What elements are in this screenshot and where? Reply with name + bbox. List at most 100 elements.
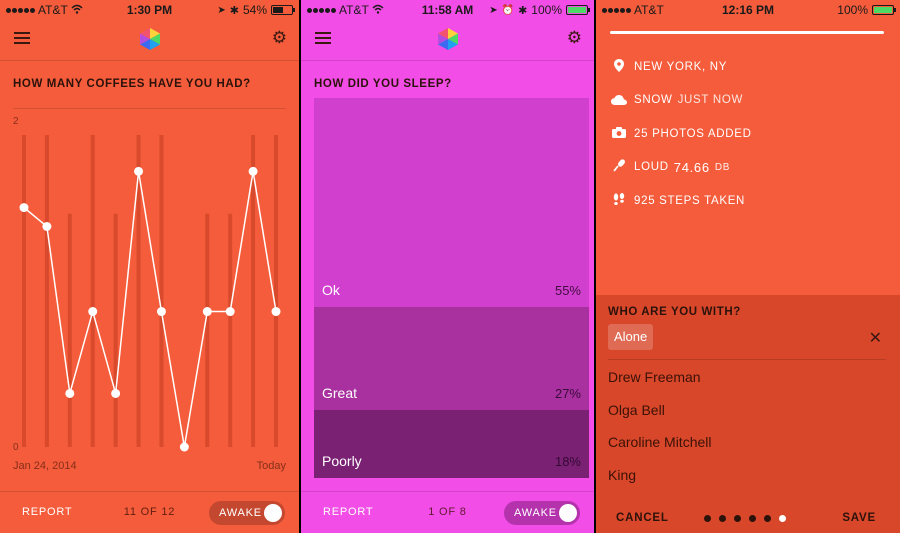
camera-icon: [610, 126, 628, 141]
person-item[interactable]: King: [608, 459, 711, 492]
sound-level-label: LOUD: [634, 161, 669, 174]
page-dot[interactable]: [719, 515, 726, 522]
coffee-bar: [67, 213, 72, 447]
gear-icon[interactable]: ⚙: [272, 28, 287, 48]
location-arrow-icon: ➤: [217, 4, 226, 16]
page-dot[interactable]: [779, 515, 786, 522]
coffee-point[interactable]: [248, 166, 258, 176]
sleep-percent-label: 55%: [554, 283, 581, 298]
coffee-point[interactable]: [156, 307, 166, 317]
status-bar: AT&T 12:16 PM 100%: [596, 0, 900, 20]
location-row[interactable]: NEW YORK, NY: [610, 50, 752, 84]
who-bottom-bar: CANCEL SAVE: [596, 503, 900, 533]
people-list: Drew Freeman Olga Bell Caroline Mitchell…: [608, 361, 711, 491]
footsteps-icon: [610, 192, 628, 209]
bottom-bar: REPORT 1 OF 8 AWAKE: [301, 491, 594, 533]
list-menu-icon[interactable]: [14, 32, 30, 47]
toggle-label: AWAKE: [514, 507, 557, 519]
person-item[interactable]: Caroline Mitchell: [608, 426, 711, 459]
coffee-bar: [159, 135, 164, 447]
page-dot[interactable]: [734, 515, 741, 522]
coffee-point[interactable]: [225, 307, 235, 317]
battery-percent: 54%: [242, 3, 267, 17]
who-panel: WHO ARE YOU WITH? Alone ✕ Drew Freeman O…: [596, 295, 900, 533]
sleep-segment-ok[interactable]: Ok 55%: [314, 98, 589, 307]
coffee-bar: [44, 135, 49, 447]
location-pin-icon: [610, 58, 628, 75]
status-bar: AT&T 1:30 PM ➤ ✱ 54%: [0, 0, 299, 20]
x-start-label: Jan 24, 2014: [13, 460, 77, 472]
context-screen: AT&T 12:16 PM 100% NEW YORK, NY SNOW JUS…: [596, 0, 900, 533]
coffee-point[interactable]: [65, 388, 75, 398]
divider: [0, 60, 299, 61]
sleep-percent-label: 27%: [554, 385, 581, 401]
gear-icon[interactable]: ⚙: [567, 28, 582, 48]
person-item[interactable]: Olga Bell: [608, 394, 711, 427]
context-list: NEW YORK, NY SNOW JUST NOW 25 PHOTOS ADD…: [610, 50, 752, 218]
cancel-button[interactable]: CANCEL: [616, 512, 669, 524]
coffee-point[interactable]: [271, 307, 281, 317]
battery-icon: [566, 5, 590, 15]
page-dot[interactable]: [764, 515, 771, 522]
coffee-bar: [22, 135, 26, 447]
toggle-knob: [559, 504, 577, 522]
divider: [301, 60, 594, 61]
coffee-bar: [90, 135, 95, 447]
top-bar: ⚙: [0, 22, 299, 58]
weather-time: JUST NOW: [677, 94, 744, 107]
coffee-bar: [113, 213, 118, 447]
page-dot[interactable]: [704, 515, 711, 522]
steps-row[interactable]: 925 STEPS TAKEN: [610, 184, 752, 218]
weather-row[interactable]: SNOW JUST NOW: [610, 84, 752, 118]
coffee-line: [23, 171, 277, 448]
person-item[interactable]: Drew Freeman: [608, 361, 711, 394]
divider: [13, 108, 286, 109]
battery-percent: 100%: [837, 3, 868, 17]
hexagon-logo-icon: [139, 27, 161, 51]
close-icon[interactable]: ✕: [869, 328, 882, 348]
sleep-category-label: Poorly: [322, 452, 362, 469]
awake-toggle[interactable]: AWAKE: [209, 501, 285, 525]
who-title: WHO ARE YOU WITH?: [608, 306, 741, 318]
coffee-screen: AT&T 1:30 PM ➤ ✱ 54% ⚙ HOW MANY COFFEES …: [0, 0, 299, 533]
battery-percent: 100%: [531, 3, 562, 17]
coffee-point[interactable]: [42, 222, 52, 231]
y-tick-max: 2: [13, 116, 19, 127]
location-arrow-icon: ➤: [489, 4, 498, 16]
battery-icon: [872, 5, 896, 15]
page-dots: [704, 515, 786, 522]
photos-row[interactable]: 25 PHOTOS ADDED: [610, 117, 752, 151]
save-button[interactable]: SAVE: [842, 512, 876, 524]
list-menu-icon[interactable]: [315, 32, 331, 47]
coffee-point[interactable]: [19, 203, 29, 213]
coffee-point[interactable]: [202, 307, 212, 317]
coffee-bar: [205, 213, 210, 447]
page-dot[interactable]: [749, 515, 756, 522]
sound-unit: DB: [714, 161, 731, 173]
bottom-bar: REPORT 11 OF 12 AWAKE: [0, 491, 299, 533]
x-end-label: Today: [257, 460, 287, 472]
sleep-segment-poorly[interactable]: Poorly 18%: [314, 409, 589, 478]
microphone-icon: [610, 159, 628, 175]
coffee-point[interactable]: [134, 166, 144, 176]
sleep-segment-great[interactable]: Great 27%: [314, 307, 589, 410]
toggle-label: AWAKE: [219, 507, 262, 519]
coffee-point[interactable]: [88, 307, 98, 317]
selected-person-chip[interactable]: Alone: [608, 324, 654, 350]
sleep-category-label: Great: [322, 384, 358, 401]
awake-toggle[interactable]: AWAKE: [504, 501, 580, 525]
sound-value: 74.66: [673, 159, 710, 175]
coffee-point[interactable]: [111, 388, 121, 398]
progress-bar: [610, 31, 884, 34]
coffee-point[interactable]: [179, 442, 189, 452]
hexagon-logo-icon: [437, 27, 459, 51]
battery-icon: [271, 5, 295, 15]
top-bar: ⚙: [301, 22, 594, 58]
bluetooth-icon: ✱: [518, 4, 528, 17]
sleep-chart: Ok 55% Great 27% Poorly 18%: [314, 98, 589, 478]
sleep-category-label: Ok: [322, 282, 340, 298]
divider: [608, 359, 886, 360]
sound-row[interactable]: LOUD 74.66 DB: [610, 151, 752, 185]
status-bar: AT&T 11:58 AM ➤ ⏰ ✱ 100%: [301, 0, 594, 20]
y-tick-min: 0: [13, 442, 19, 453]
